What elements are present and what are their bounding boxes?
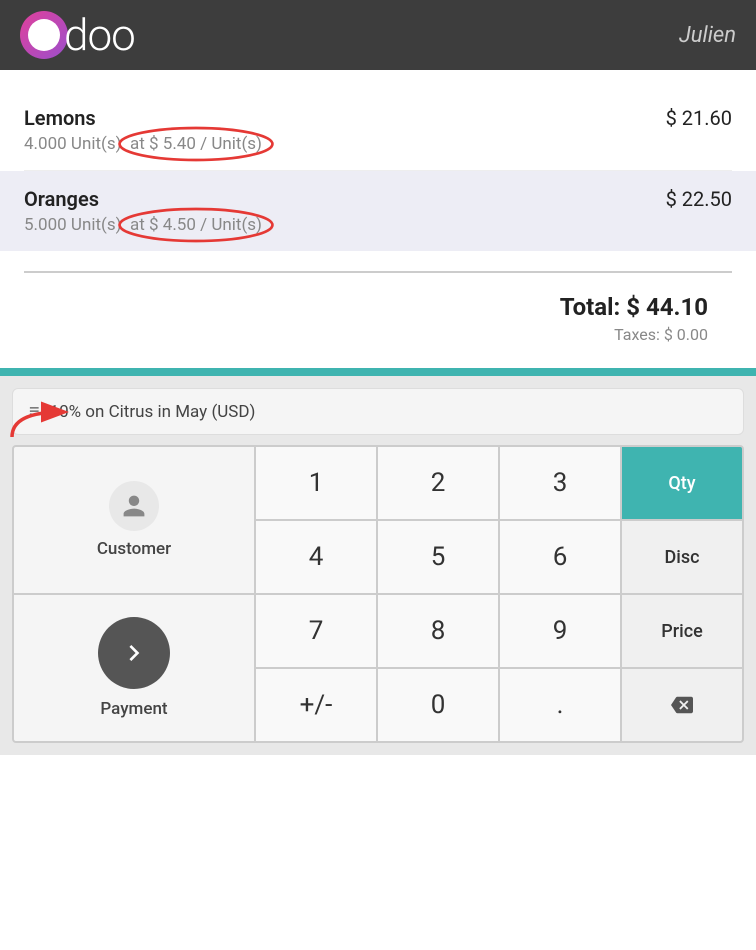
odoo-logo: doo xyxy=(20,9,135,61)
total-amount: Total: $ 44.10 xyxy=(560,293,708,321)
person-icon xyxy=(121,493,147,519)
odoo-logo-ring xyxy=(20,11,68,59)
customer-icon-wrap xyxy=(109,481,159,531)
section-divider xyxy=(0,368,756,376)
line-detail-oranges: 5.000 Unit(s) at $ 4.50 / Unit(s) xyxy=(24,215,262,235)
disc-key[interactable]: Disc xyxy=(622,521,742,593)
backspace-key[interactable] xyxy=(622,669,742,741)
odoo-logo-text: doo xyxy=(64,9,135,61)
payment-label: Payment xyxy=(100,699,167,719)
key-7[interactable]: 7 xyxy=(256,595,376,667)
key-9[interactable]: 9 xyxy=(500,595,620,667)
totals-section: Total: $ 44.10 Taxes: $ 0.00 xyxy=(24,271,732,368)
pricelist-bar[interactable]: ≡ 10% on Citrus in May (USD) xyxy=(12,388,744,435)
numpad-section: ≡ 10% on Citrus in May (USD) Customer 1 … xyxy=(0,376,756,755)
key-0[interactable]: 0 xyxy=(378,669,498,741)
line-info-lemons: Lemons 4.000 Unit(s) at $ 5.40 / Unit(s) xyxy=(24,106,262,154)
line-info-oranges: Oranges 5.000 Unit(s) at $ 4.50 / Unit(s… xyxy=(24,187,262,235)
key-3[interactable]: 3 xyxy=(500,447,620,519)
qty-key[interactable]: Qty xyxy=(622,447,742,519)
taxes-amount: Taxes: $ 0.00 xyxy=(614,325,708,344)
lemons-price-circle: at $ 5.40 / Unit(s) xyxy=(130,134,262,154)
app-header: doo Julien xyxy=(0,0,756,70)
key-6[interactable]: 6 xyxy=(500,521,620,593)
key-dot[interactable]: . xyxy=(500,669,620,741)
key-plusminus[interactable]: +/- xyxy=(256,669,376,741)
payment-circle[interactable] xyxy=(98,617,170,689)
numpad-grid: Customer 1 2 3 Qty 4 5 6 Disc Payment 7 … xyxy=(12,445,744,743)
grid-icon: ≡ xyxy=(29,401,40,422)
key-5[interactable]: 5 xyxy=(378,521,498,593)
oranges-price-circle: at $ 4.50 / Unit(s) xyxy=(130,215,262,235)
price-key[interactable]: Price xyxy=(622,595,742,667)
user-name: Julien xyxy=(679,23,736,48)
pricelist-label: 10% on Citrus in May (USD) xyxy=(50,402,256,422)
order-line-lemons: Lemons 4.000 Unit(s) at $ 5.40 / Unit(s)… xyxy=(24,90,732,171)
order-line-oranges: Oranges 5.000 Unit(s) at $ 4.50 / Unit(s… xyxy=(0,171,756,251)
line-name-lemons: Lemons xyxy=(24,106,262,130)
line-price-lemons: $ 21.60 xyxy=(666,106,732,130)
key-4[interactable]: 4 xyxy=(256,521,376,593)
key-8[interactable]: 8 xyxy=(378,595,498,667)
key-2[interactable]: 2 xyxy=(378,447,498,519)
pricelist-wrapper: ≡ 10% on Citrus in May (USD) xyxy=(12,388,744,435)
backspace-icon xyxy=(667,694,697,716)
customer-button[interactable]: Customer xyxy=(14,447,254,593)
line-price-oranges: $ 22.50 xyxy=(666,187,732,211)
chevron-right-icon xyxy=(118,637,150,669)
line-name-oranges: Oranges xyxy=(24,187,262,211)
key-1[interactable]: 1 xyxy=(256,447,376,519)
line-detail-lemons: 4.000 Unit(s) at $ 5.40 / Unit(s) xyxy=(24,134,262,154)
payment-button[interactable]: Payment xyxy=(14,595,254,741)
customer-label: Customer xyxy=(97,539,171,559)
receipt-area: Lemons 4.000 Unit(s) at $ 5.40 / Unit(s)… xyxy=(0,70,756,271)
